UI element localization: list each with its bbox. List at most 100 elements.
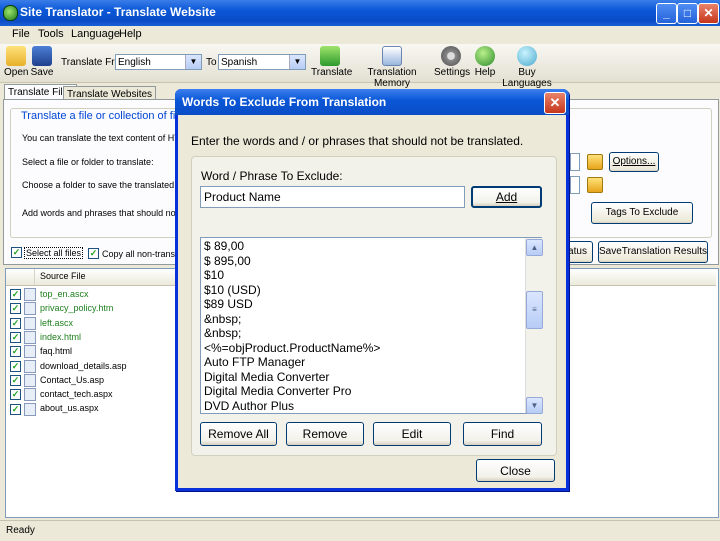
find-button[interactable]: Find [463, 422, 542, 446]
remove-all-button[interactable]: Remove All [200, 422, 277, 446]
file-icon [24, 288, 36, 302]
scroll-up-icon[interactable]: ▲ [526, 239, 543, 256]
menu-language[interactable]: Language [71, 28, 120, 40]
file-row[interactable]: ✓ Contact_Us.asp [10, 373, 104, 387]
browse-source-folder-icon[interactable] [587, 154, 603, 170]
source-file-column[interactable]: Source File [40, 271, 86, 281]
select-all-label[interactable]: Select all files [24, 247, 84, 259]
file-name: privacy_policy.htm [40, 303, 114, 314]
listbox-scrollbar[interactable]: ▲ ≡ ▼ [525, 238, 543, 414]
file-row[interactable]: ✓ about_us.aspx [10, 401, 99, 416]
scroll-down-icon[interactable]: ▼ [526, 397, 543, 414]
translate-to-value: Spanish [221, 57, 258, 68]
file-checkbox[interactable]: ✓ [10, 289, 21, 301]
file-row[interactable]: ✓ faq.html [10, 344, 72, 359]
excluded-word-item[interactable]: $ 895,00 [204, 254, 251, 269]
settings-button[interactable]: Settings [434, 46, 470, 78]
file-name: download_details.asp [40, 360, 127, 371]
file-icon [24, 402, 36, 416]
excluded-word-item[interactable]: $10 (USD) [204, 283, 261, 298]
panel-description: You can translate the text content of HT… [22, 133, 199, 143]
translation-memory-button[interactable]: Translation Memory [356, 46, 428, 89]
file-name: index.html [40, 331, 82, 342]
file-checkbox[interactable]: ✓ [10, 332, 21, 344]
word-phrase-label: Word / Phrase To Exclude: [201, 169, 343, 183]
window-title: Site Translator - Translate Website [20, 5, 216, 19]
save-translation-results-button[interactable]: SaveTranslation Results [598, 241, 708, 263]
open-button[interactable]: Open [4, 46, 28, 78]
file-row[interactable]: ✓ top_en.ascx [10, 287, 89, 302]
close-window-button[interactable]: ✕ [698, 3, 719, 24]
file-checkbox[interactable]: ✓ [10, 346, 21, 358]
excluded-word-item[interactable]: $89 USD [204, 297, 253, 312]
excluded-word-item[interactable]: <%=objProduct.ProductName%> [204, 341, 380, 356]
status-bar: Ready [0, 520, 720, 541]
target-folder-input[interactable] [570, 176, 580, 194]
save-button[interactable]: Save [30, 46, 54, 78]
dialog-close-icon[interactable]: ✕ [544, 92, 566, 114]
source-path-input[interactable] [570, 153, 580, 171]
file-row[interactable]: ✓ privacy_policy.htm [10, 301, 114, 316]
file-row[interactable]: ✓ left.ascx [10, 316, 73, 330]
gear-icon [441, 46, 461, 66]
excluded-word-item[interactable]: &nbsp; [204, 326, 241, 341]
translation-memory-label: Translation Memory [367, 67, 417, 89]
menu-tools[interactable]: Tools [38, 28, 64, 40]
file-row[interactable]: ✓ contact_tech.aspx [10, 387, 113, 402]
copy-all-checkbox[interactable]: ✓ [88, 248, 99, 259]
file-name: Contact_Us.asp [40, 374, 105, 385]
buy-languages-label: Buy Languages [502, 67, 552, 89]
select-file-label: Select a file or folder to translate: [22, 157, 154, 167]
menu-help[interactable]: Help [119, 28, 142, 40]
file-icon [24, 302, 36, 316]
dialog-instruction: Enter the words and / or phrases that sh… [191, 134, 524, 148]
help-button[interactable]: Help [473, 46, 497, 78]
chevron-down-icon: ▼ [185, 55, 201, 69]
menu-file[interactable]: File [12, 28, 30, 40]
file-checkbox[interactable]: ✓ [10, 317, 21, 329]
excluded-word-item[interactable]: Auto FTP Manager [204, 355, 305, 370]
file-checkbox[interactable]: ✓ [10, 360, 21, 372]
file-checkbox[interactable]: ✓ [10, 389, 21, 401]
dialog-titlebar: Words To Exclude From Translation [175, 89, 569, 115]
translate-from-select[interactable]: English ▼ [115, 54, 202, 70]
excluded-word-item[interactable]: Digital Media Converter Pro [204, 384, 351, 399]
close-button[interactable]: Close [476, 459, 555, 482]
select-all-checkbox[interactable]: ✓ [11, 247, 22, 258]
file-icon [24, 388, 36, 402]
edit-button[interactable]: Edit [373, 422, 451, 446]
document-search-icon [382, 46, 402, 66]
tags-to-exclude-button[interactable]: Tags To Exclude [591, 202, 693, 224]
chevron-down-icon: ▼ [289, 55, 305, 69]
buy-languages-button[interactable]: Buy Languages [499, 46, 555, 89]
file-row[interactable]: ✓ download_details.asp [10, 359, 127, 373]
file-checkbox[interactable]: ✓ [10, 374, 21, 386]
browse-target-folder-icon[interactable] [587, 177, 603, 193]
file-name: top_en.ascx [40, 289, 89, 299]
translate-button[interactable]: Translate [311, 46, 353, 78]
maximize-button[interactable]: □ [677, 3, 698, 24]
excluded-word-item[interactable]: $ 89,00 [204, 239, 244, 254]
remove-button[interactable]: Remove [286, 422, 364, 446]
add-button[interactable]: Add [471, 186, 542, 208]
scroll-thumb[interactable]: ≡ [526, 291, 543, 329]
excluded-word-item[interactable]: Digital Media Converter [204, 370, 329, 385]
file-checkbox[interactable]: ✓ [10, 403, 21, 415]
tab-translate-websites[interactable]: Translate Websites [63, 86, 157, 100]
help-icon [475, 46, 495, 66]
minimize-button[interactable]: _ [656, 3, 677, 24]
file-name: left.ascx [40, 317, 74, 328]
file-checkbox[interactable]: ✓ [10, 303, 21, 315]
file-row[interactable]: ✓ index.html [10, 330, 82, 345]
file-name: about_us.aspx [40, 403, 99, 414]
copy-all-label[interactable]: Copy all non-transl [102, 249, 177, 259]
word-phrase-input[interactable]: Product Name [200, 186, 465, 208]
translate-label: Translate [311, 67, 353, 78]
file-icon [24, 316, 36, 330]
status-text: Ready [6, 525, 35, 536]
options-button[interactable]: Options... [609, 152, 659, 172]
excluded-word-item[interactable]: $10 [204, 268, 224, 283]
excluded-word-item[interactable]: &nbsp; [204, 312, 241, 327]
translate-to-select[interactable]: Spanish ▼ [218, 54, 306, 70]
excluded-word-item[interactable]: DVD Author Plus [204, 399, 294, 414]
